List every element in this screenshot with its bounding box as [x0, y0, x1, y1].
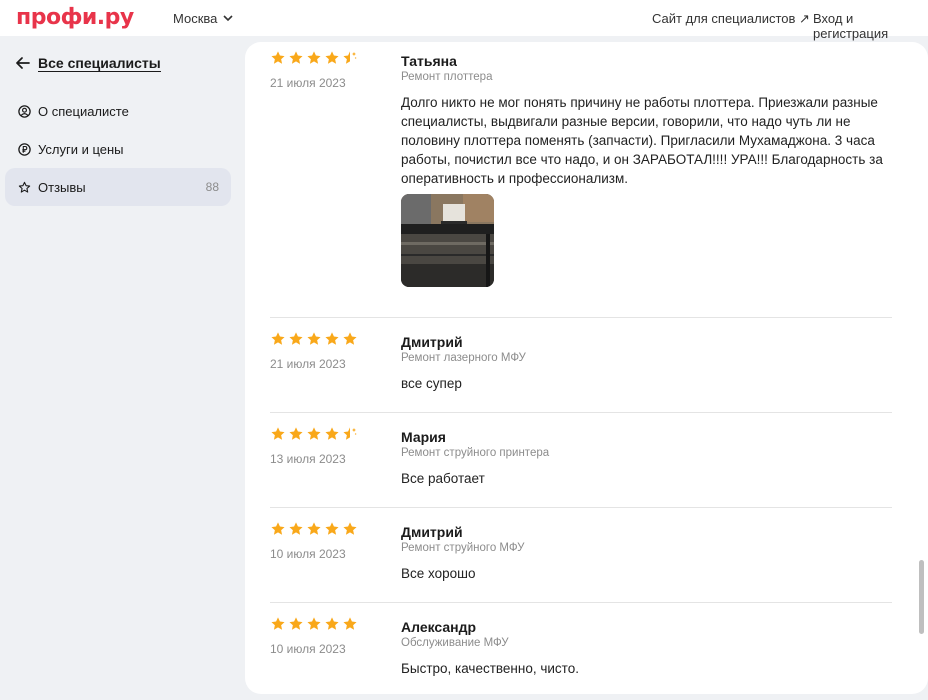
star-full-icon: [307, 617, 321, 630]
rating-stars: [270, 50, 358, 66]
review-text: Долго никто не мог понять причину не раб…: [401, 95, 883, 186]
star-half-icon: [343, 427, 357, 440]
sidebar-item-reviews[interactable]: Отзывы 88: [5, 168, 231, 206]
review-date: 10 июля 2023: [270, 547, 346, 561]
review-date: 21 июля 2023: [270, 76, 346, 90]
review-photo[interactable]: [401, 194, 494, 287]
star-full-icon: [271, 617, 285, 630]
login-link[interactable]: Вход и регистрация: [813, 11, 928, 41]
city-label: Москва: [173, 11, 218, 26]
star-full-icon: [271, 51, 285, 64]
ruble-circle-icon: [17, 142, 31, 156]
rating-stars: [270, 331, 358, 347]
star-full-icon: [271, 332, 285, 345]
review-card: 10 июля 2023 Дмитрий Ремонт струйного МФ…: [270, 507, 892, 602]
review-date: 10 июля 2023: [270, 642, 346, 656]
star-outline-icon: [17, 180, 31, 194]
back-to-specialists-link[interactable]: Все специалисты: [16, 55, 161, 72]
rating-stars: [270, 426, 358, 442]
reviewer-name: Татьяна: [401, 53, 457, 69]
top-header: профи.ру Москва Сайт для специалистов ↗ …: [0, 0, 928, 41]
star-full-icon: [307, 332, 321, 345]
star-full-icon: [307, 427, 321, 440]
review-text: Все работает: [401, 471, 485, 486]
reviewer-name: Дмитрий: [401, 524, 463, 540]
reviewer-name: Мария: [401, 429, 446, 445]
star-full-icon: [343, 522, 357, 535]
specialists-site-link[interactable]: Сайт для специалистов ↗: [652, 11, 810, 27]
star-full-icon: [289, 332, 303, 345]
sidebar-item-label: Услуги и цены: [38, 141, 124, 157]
star-full-icon: [343, 332, 357, 345]
reviews-panel: 21 июля 2023 Татьяна Ремонт плоттера Дол…: [245, 42, 928, 694]
star-full-icon: [325, 51, 339, 64]
sidebar-item-services[interactable]: Услуги и цены: [5, 130, 231, 168]
review-card: 21 июля 2023 Татьяна Ремонт плоттера Дол…: [270, 42, 892, 317]
star-full-icon: [307, 522, 321, 535]
star-full-icon: [325, 617, 339, 630]
star-full-icon: [343, 617, 357, 630]
service-name: Ремонт струйного принтера: [401, 447, 550, 459]
service-name: Обслуживание МФУ: [401, 637, 509, 649]
review-card: 13 июля 2023 Мария Ремонт струйного прин…: [270, 412, 892, 507]
service-name: Ремонт плоттера: [401, 71, 493, 83]
person-circle-icon: [17, 104, 31, 118]
review-text: Все хорошо: [401, 566, 476, 581]
chevron-down-icon: [223, 15, 233, 22]
review-text: все супер: [401, 376, 462, 391]
reviewer-name: Александр: [401, 619, 477, 635]
review-date: 13 июля 2023: [270, 452, 346, 466]
sidebar-item-label: О специалисте: [38, 103, 129, 119]
star-half-icon: [343, 51, 357, 64]
review-card: 10 июля 2023 Александр Обслуживание МФУ …: [270, 602, 892, 694]
star-full-icon: [325, 427, 339, 440]
star-full-icon: [289, 51, 303, 64]
review-date: 21 июля 2023: [270, 357, 346, 371]
star-full-icon: [271, 427, 285, 440]
city-selector[interactable]: Москва: [173, 11, 233, 26]
star-full-icon: [271, 522, 285, 535]
star-full-icon: [325, 522, 339, 535]
star-full-icon: [289, 617, 303, 630]
review-text: Быстро, качественно, чисто.: [401, 661, 579, 676]
sidebar-nav: О специалисте Услуги и цены Отзывы 88: [5, 92, 231, 206]
star-full-icon: [289, 427, 303, 440]
rating-stars: [270, 616, 358, 632]
logo[interactable]: профи.ру: [16, 5, 134, 30]
scrollbar-thumb[interactable]: [919, 560, 924, 634]
star-full-icon: [289, 522, 303, 535]
review-card: 21 июля 2023 Дмитрий Ремонт лазерного МФ…: [270, 317, 892, 412]
reviewer-name: Дмитрий: [401, 334, 463, 350]
service-name: Ремонт лазерного МФУ: [401, 352, 526, 364]
rating-stars: [270, 521, 358, 537]
back-label: Все специалисты: [38, 55, 161, 72]
arrow-left-icon: [16, 56, 30, 72]
reviews-count: 88: [205, 180, 219, 194]
service-name: Ремонт струйного МФУ: [401, 542, 525, 554]
sidebar-item-about[interactable]: О специалисте: [5, 92, 231, 130]
sidebar-item-label: Отзывы: [38, 179, 86, 195]
star-full-icon: [325, 332, 339, 345]
star-full-icon: [307, 51, 321, 64]
